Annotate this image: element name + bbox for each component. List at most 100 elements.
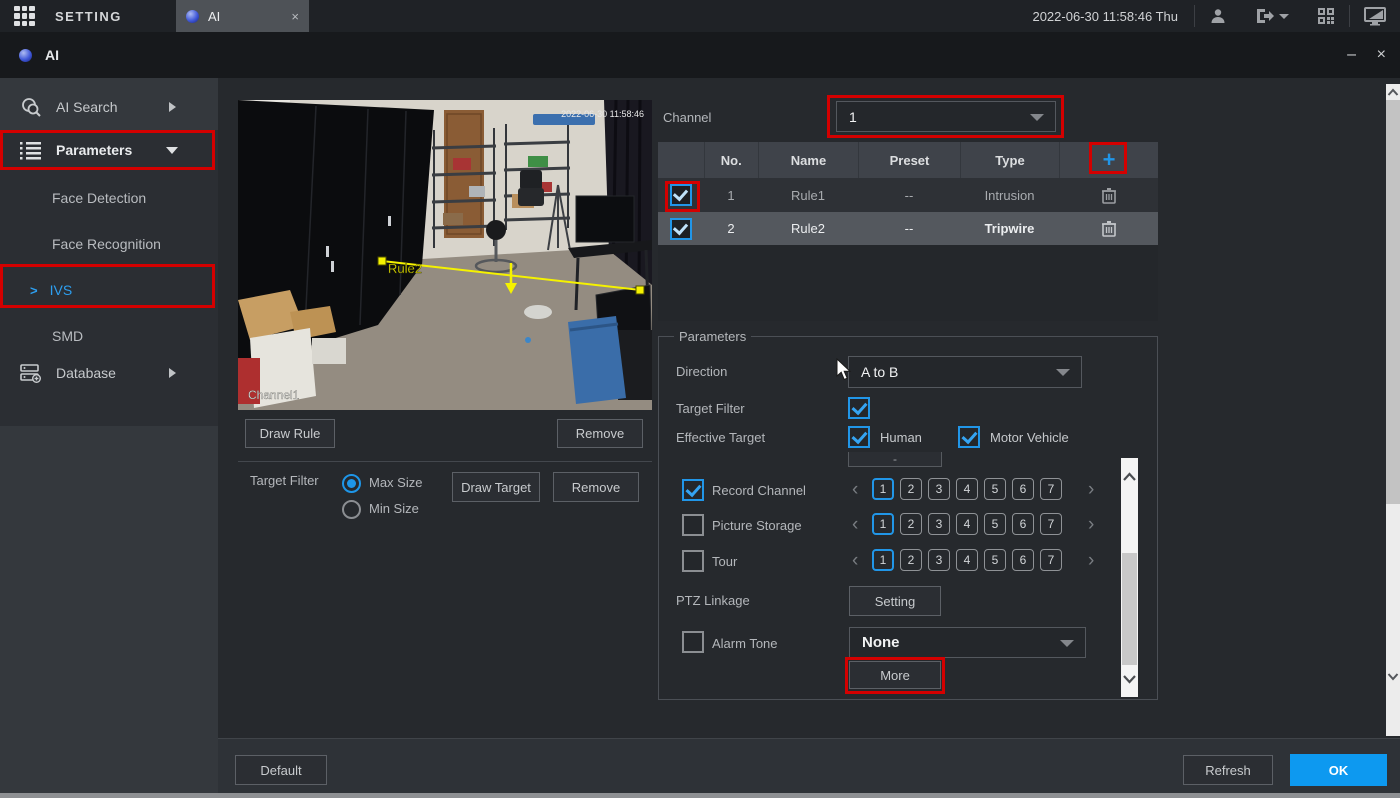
prev-channels-icon[interactable]: ‹: [852, 478, 858, 502]
sidebar-item-ai-search[interactable]: AI Search: [0, 84, 218, 130]
scrollbar-thumb[interactable]: [1122, 553, 1137, 665]
ivs-active-marker: >: [30, 283, 38, 298]
scrollbar-thumb[interactable]: [1386, 100, 1400, 504]
channel-5-button[interactable]: 5: [984, 513, 1006, 535]
alarm-tone-select[interactable]: None: [849, 627, 1086, 658]
alarm-tone-checkbox[interactable]: [682, 631, 704, 653]
remove-rule-button[interactable]: Remove: [557, 419, 643, 448]
ptz-setting-button[interactable]: Setting: [849, 586, 941, 616]
channel-5-button[interactable]: 5: [984, 478, 1006, 500]
nvr-ai-settings-screen: SETTING AI × 2022-06-30 11:58:46 Thu: [0, 0, 1400, 798]
channel-3-button[interactable]: 3: [928, 513, 950, 535]
sidebar-item-parameters[interactable]: Parameters: [0, 130, 218, 170]
ok-button[interactable]: OK: [1290, 754, 1387, 786]
rule-row-1-checkbox[interactable]: [670, 184, 692, 206]
sidebar-item-face-recognition[interactable]: Face Recognition: [52, 221, 161, 267]
max-size-radio[interactable]: [342, 474, 361, 493]
channel-4-button[interactable]: 4: [956, 513, 978, 535]
col-name: Name: [758, 142, 858, 178]
channel-3-button[interactable]: 3: [928, 478, 950, 500]
rule-no: 2: [704, 212, 758, 245]
tab-close-icon[interactable]: ×: [291, 9, 299, 24]
delete-rule-icon[interactable]: [1101, 187, 1117, 204]
display-output-icon[interactable]: [1364, 7, 1386, 26]
tour-numbers: 1 2 3 4 5 6 7: [872, 549, 1062, 571]
rule-row-2-checkbox[interactable]: [670, 218, 692, 240]
col-preset: Preset: [858, 142, 960, 178]
scroll-down-icon[interactable]: [1122, 674, 1137, 684]
sidebar-item-label: Database: [56, 365, 116, 381]
tab-ai[interactable]: AI ×: [176, 0, 309, 32]
channel-4-button[interactable]: 4: [956, 478, 978, 500]
scroll-up-icon[interactable]: [1122, 472, 1137, 482]
logout-caret-icon: [1279, 14, 1289, 19]
channel-2-button[interactable]: 2: [900, 478, 922, 500]
channel-7-button[interactable]: 7: [1040, 513, 1062, 535]
add-rule-button[interactable]: +: [1103, 150, 1116, 170]
channel-6-button[interactable]: 6: [1012, 478, 1034, 500]
channel-6-button[interactable]: 6: [1012, 513, 1034, 535]
ai-search-icon: [20, 96, 42, 118]
next-channels-icon[interactable]: ›: [1088, 513, 1094, 537]
min-size-radio[interactable]: [342, 500, 361, 519]
channel-2-button[interactable]: 2: [900, 549, 922, 571]
delete-rule-icon[interactable]: [1101, 220, 1117, 237]
target-filter-checkbox[interactable]: [848, 397, 870, 419]
channel-6-button[interactable]: 6: [1012, 549, 1034, 571]
tour-checkbox[interactable]: [682, 550, 704, 572]
camera-scene: 2022-06-30 11:58:46 Rule2 Channel1: [238, 100, 652, 410]
setting-menu[interactable]: SETTING: [55, 9, 122, 24]
next-channels-icon[interactable]: ›: [1088, 549, 1094, 573]
rules-table: No. Name Preset Type + 1 Rule1 -- Intrus…: [658, 142, 1158, 321]
refresh-button[interactable]: Refresh: [1183, 755, 1273, 785]
scroll-down-icon[interactable]: [1387, 672, 1399, 681]
sidebar-item-label: Parameters: [56, 142, 132, 158]
database-icon: [20, 363, 42, 383]
dropdown-caret-icon: [1056, 369, 1070, 376]
channel-select[interactable]: 1: [836, 101, 1056, 132]
window-scrollbar[interactable]: [1386, 84, 1400, 736]
channel-3-button[interactable]: 3: [928, 549, 950, 571]
scroll-up-icon[interactable]: [1387, 88, 1399, 97]
rule-row-2[interactable]: 2 Rule2 -- Tripwire: [658, 212, 1158, 245]
min-size-label: Min Size: [369, 501, 419, 516]
channel-1-button[interactable]: 1: [872, 549, 894, 571]
close-button[interactable]: ×: [1377, 46, 1386, 64]
channel-1-button[interactable]: 1: [872, 478, 894, 500]
taskbar: SETTING AI × 2022-06-30 11:58:46 Thu: [0, 0, 1400, 32]
sidebar-item-face-detection[interactable]: Face Detection: [52, 175, 146, 221]
sidebar-item-ivs[interactable]: > IVS: [30, 267, 72, 313]
prev-channels-icon[interactable]: ‹: [852, 513, 858, 537]
channel-5-button[interactable]: 5: [984, 549, 1006, 571]
record-channel-numbers: 1 2 3 4 5 6 7: [872, 478, 1062, 500]
remove-target-button[interactable]: Remove: [553, 472, 639, 502]
camera-preview[interactable]: 2022-06-30 11:58:46 Rule2 Channel1: [238, 100, 652, 410]
next-channels-icon[interactable]: ›: [1088, 478, 1094, 502]
picture-storage-checkbox[interactable]: [682, 514, 704, 536]
direction-select[interactable]: A to B: [848, 356, 1082, 388]
default-button[interactable]: Default: [235, 755, 327, 785]
minimize-button[interactable]: –: [1347, 46, 1356, 64]
channel-1-button[interactable]: 1: [872, 513, 894, 535]
draw-rule-button[interactable]: Draw Rule: [245, 419, 335, 448]
rule-no: 1: [704, 178, 758, 212]
channel-4-button[interactable]: 4: [956, 549, 978, 571]
logout-icon[interactable]: [1255, 7, 1289, 25]
qr-code-icon[interactable]: [1317, 7, 1335, 25]
draw-target-button[interactable]: Draw Target: [452, 472, 540, 502]
record-channel-checkbox[interactable]: [682, 479, 704, 501]
channel-7-button[interactable]: 7: [1040, 478, 1062, 500]
tour-label: Tour: [712, 554, 737, 569]
panel-scrollbar[interactable]: [1121, 458, 1138, 697]
human-checkbox[interactable]: [848, 426, 870, 448]
channel-2-button[interactable]: 2: [900, 513, 922, 535]
more-button[interactable]: More: [849, 661, 941, 689]
user-icon[interactable]: [1209, 7, 1227, 25]
rule-row-1[interactable]: 1 Rule1 -- Intrusion: [658, 178, 1158, 212]
apps-grid-icon[interactable]: [14, 6, 35, 27]
rule-type: Intrusion: [960, 178, 1059, 212]
sidebar-item-database[interactable]: Database: [0, 350, 218, 396]
motor-vehicle-checkbox[interactable]: [958, 426, 980, 448]
channel-7-button[interactable]: 7: [1040, 549, 1062, 571]
prev-channels-icon[interactable]: ‹: [852, 549, 858, 573]
